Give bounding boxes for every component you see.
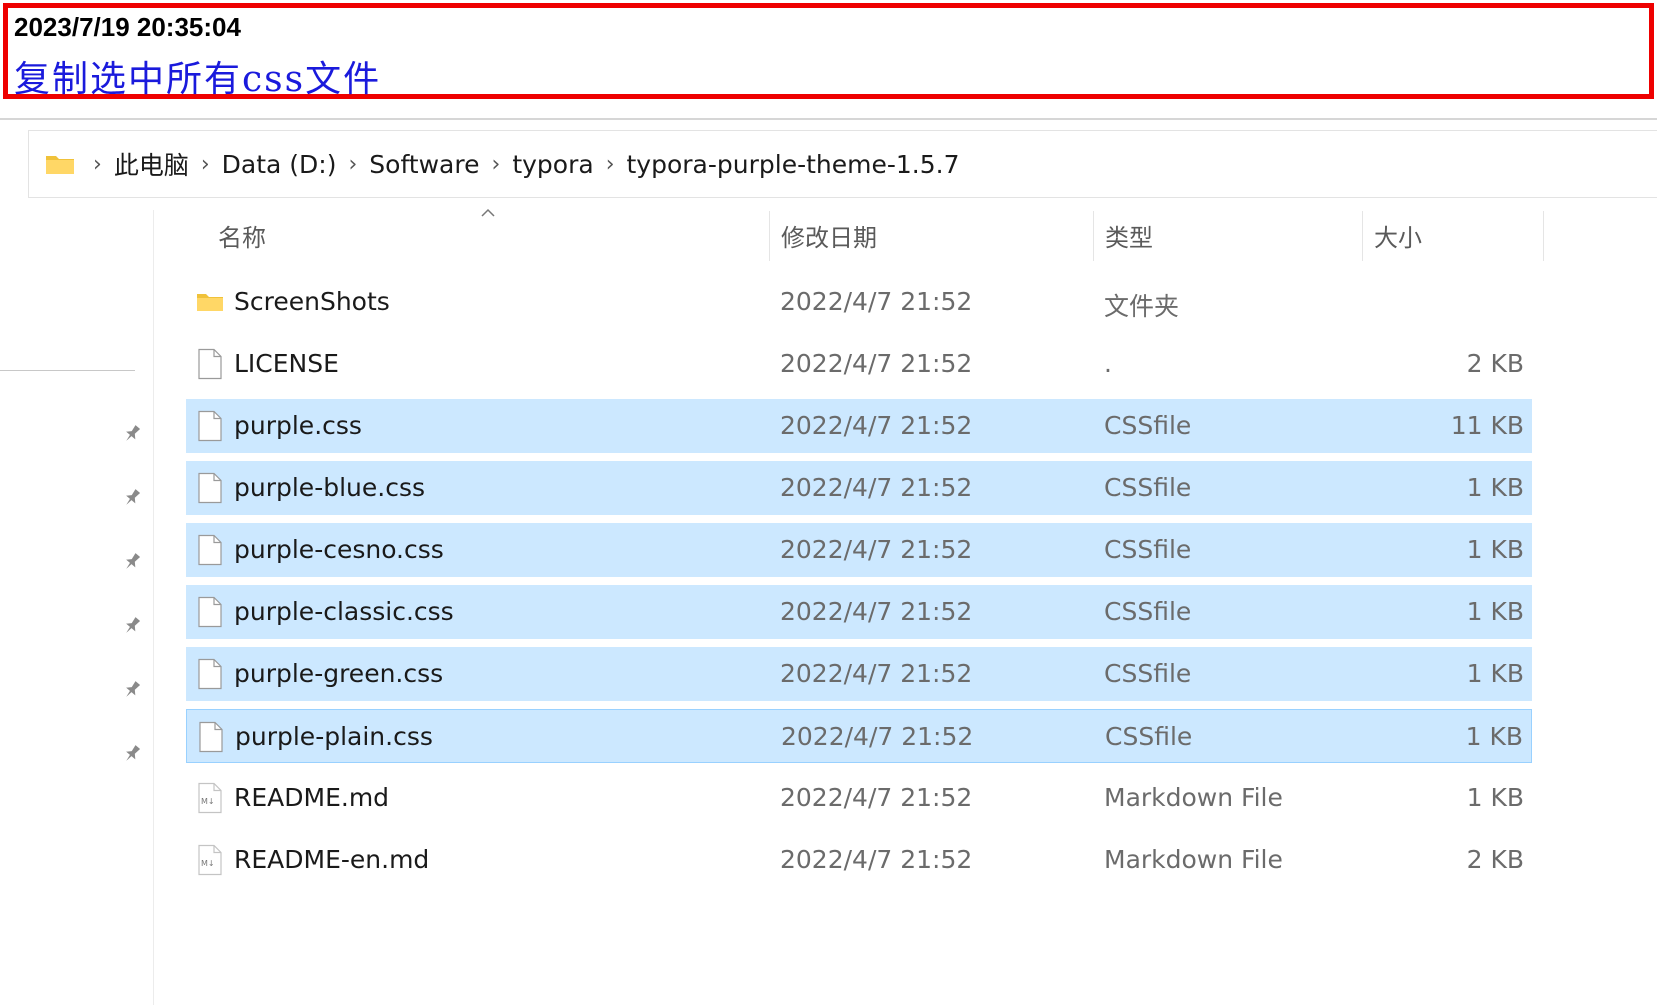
pin-icon[interactable] <box>120 678 144 702</box>
svg-text:M↓: M↓ <box>201 859 215 868</box>
column-header-modified[interactable]: 修改日期 <box>781 205 877 265</box>
file-name[interactable]: purple-green.css <box>234 659 443 688</box>
file-row[interactable]: purple-blue.css 2022/4/7 21:52 CSSfile 1 KB <box>186 461 1532 515</box>
file-icon <box>196 472 224 504</box>
breadcrumb-item-data-drive[interactable]: Data (D:) <box>222 150 337 179</box>
file-type: CSSfile <box>1105 722 1193 751</box>
file-type: CSSfile <box>1104 659 1192 688</box>
breadcrumb: › 此电脑 › Data (D:) › Software › typora › … <box>81 146 959 182</box>
breadcrumb-item-typora[interactable]: typora <box>512 150 593 179</box>
file-row[interactable]: ScreenShots 2022/4/7 21:52 文件夹 <box>186 275 1532 329</box>
pin-icon[interactable] <box>120 550 144 574</box>
column-divider[interactable] <box>1543 211 1544 261</box>
file-icon <box>196 348 224 380</box>
file-type: Markdown File <box>1104 845 1283 874</box>
file-name[interactable]: purple-cesno.css <box>234 535 444 564</box>
file-type: . <box>1104 349 1112 378</box>
file-row[interactable]: LICENSE 2022/4/7 21:52. 2 KB <box>186 337 1532 391</box>
file-row[interactable]: purple-classic.css 2022/4/7 21:52 CSSfile 1… <box>186 585 1532 639</box>
column-header-size[interactable]: 大小 <box>1374 205 1422 265</box>
file-type: CSSfile <box>1104 473 1192 502</box>
pin-icon[interactable] <box>120 614 144 638</box>
annotation-banner: 2023/7/19 20:35:04 复制选中所有css文件 <box>3 3 1654 100</box>
file-modified: 2022/4/7 21:52 <box>781 722 974 751</box>
column-divider[interactable] <box>1093 211 1094 261</box>
file-type: CSSfile <box>1104 535 1192 564</box>
file-size: 2 KB <box>1466 845 1524 874</box>
chevron-right-icon[interactable]: › <box>606 152 615 177</box>
pin-icon[interactable] <box>120 422 144 446</box>
file-icon <box>197 721 225 753</box>
file-size: 1 KB <box>1466 597 1524 626</box>
nav-pane-divider <box>0 370 135 371</box>
breadcrumb-item-software[interactable]: Software <box>369 150 479 179</box>
file-size: 1 KB <box>1466 535 1524 564</box>
file-type: CSSfile <box>1104 411 1192 440</box>
file-modified: 2022/4/7 21:52 <box>780 659 973 688</box>
file-icon <box>196 534 224 566</box>
file-name[interactable]: purple-plain.css <box>235 722 433 751</box>
file-row[interactable]: purple-green.css 2022/4/7 21:52 CSSfile 1 K… <box>186 647 1532 701</box>
file-type: Markdown File <box>1104 783 1283 812</box>
pin-icon[interactable] <box>120 742 144 766</box>
file-modified: 2022/4/7 21:52 <box>780 473 973 502</box>
sort-ascending-icon <box>481 208 495 217</box>
file-icon <box>196 410 224 442</box>
file-size: 1 KB <box>1466 473 1524 502</box>
file-icon <box>196 658 224 690</box>
file-modified: 2022/4/7 21:52 <box>780 411 973 440</box>
address-bar[interactable]: › 此电脑 › Data (D:) › Software › typora › … <box>28 130 1657 198</box>
pin-icon[interactable] <box>120 486 144 510</box>
file-row[interactable]: purple-cesno.css 2022/4/7 21:52 CSSfile 1 K… <box>186 523 1532 577</box>
file-name[interactable]: README-en.md <box>234 845 429 874</box>
file-modified: 2022/4/7 21:52 <box>780 287 973 316</box>
annotation-timestamp: 2023/7/19 20:35:04 <box>14 12 241 42</box>
file-row[interactable]: M↓ README.md 2022/4/7 21:52 Markdown File 1 … <box>186 771 1532 825</box>
file-row[interactable]: purple.css 2022/4/7 21:52 CSSfile 11 KB <box>186 399 1532 453</box>
chevron-right-icon[interactable]: › <box>93 152 102 177</box>
file-name[interactable]: README.md <box>234 783 389 812</box>
file-icon <box>196 596 224 628</box>
file-modified: 2022/4/7 21:52 <box>780 535 973 564</box>
svg-text:M↓: M↓ <box>201 797 215 806</box>
file-modified: 2022/4/7 21:52 <box>780 783 973 812</box>
chevron-right-icon[interactable]: › <box>492 152 501 177</box>
file-row[interactable]: M↓ README-en.md 2022/4/7 21:52 Markdown Fil… <box>186 833 1532 887</box>
file-name[interactable]: purple-blue.css <box>234 473 425 502</box>
file-size: 11 KB <box>1450 411 1524 440</box>
markdown-file-icon: M↓ <box>196 844 224 876</box>
file-modified: 2022/4/7 21:52 <box>780 597 973 626</box>
breadcrumb-item-theme-folder[interactable]: typora-purple-theme-1.5.7 <box>627 150 960 179</box>
chevron-right-icon[interactable]: › <box>201 152 210 177</box>
folder-icon <box>196 286 224 318</box>
column-divider[interactable] <box>769 211 770 261</box>
file-name[interactable]: ScreenShots <box>234 287 390 316</box>
file-name[interactable]: LICENSE <box>234 349 339 378</box>
file-type: 文件夹 <box>1104 292 1180 321</box>
file-modified: 2022/4/7 21:52 <box>780 349 973 378</box>
folder-icon <box>45 153 75 175</box>
toolbar-separator <box>0 118 1657 120</box>
file-size: 2 KB <box>1466 349 1524 378</box>
file-modified: 2022/4/7 21:52 <box>780 845 973 874</box>
markdown-file-icon: M↓ <box>196 782 224 814</box>
file-size: 1 KB <box>1466 659 1524 688</box>
file-row[interactable]: purple-plain.css 2022/4/7 21:52 CSSfile 1 K… <box>186 709 1532 763</box>
annotation-caption: 复制选中所有css文件 <box>14 59 382 100</box>
column-divider[interactable] <box>1362 211 1363 261</box>
column-header-name[interactable]: 名称 <box>218 205 266 265</box>
file-size: 1 KB <box>1465 722 1523 751</box>
pane-splitter[interactable] <box>153 210 154 1005</box>
file-size: 1 KB <box>1466 783 1524 812</box>
breadcrumb-item-this-pc[interactable]: 此电脑 <box>114 146 189 182</box>
column-header-type[interactable]: 类型 <box>1105 205 1153 265</box>
file-name[interactable]: purple-classic.css <box>234 597 454 626</box>
file-name[interactable]: purple.css <box>234 411 362 440</box>
chevron-right-icon[interactable]: › <box>348 152 357 177</box>
file-type: CSSfile <box>1104 597 1192 626</box>
